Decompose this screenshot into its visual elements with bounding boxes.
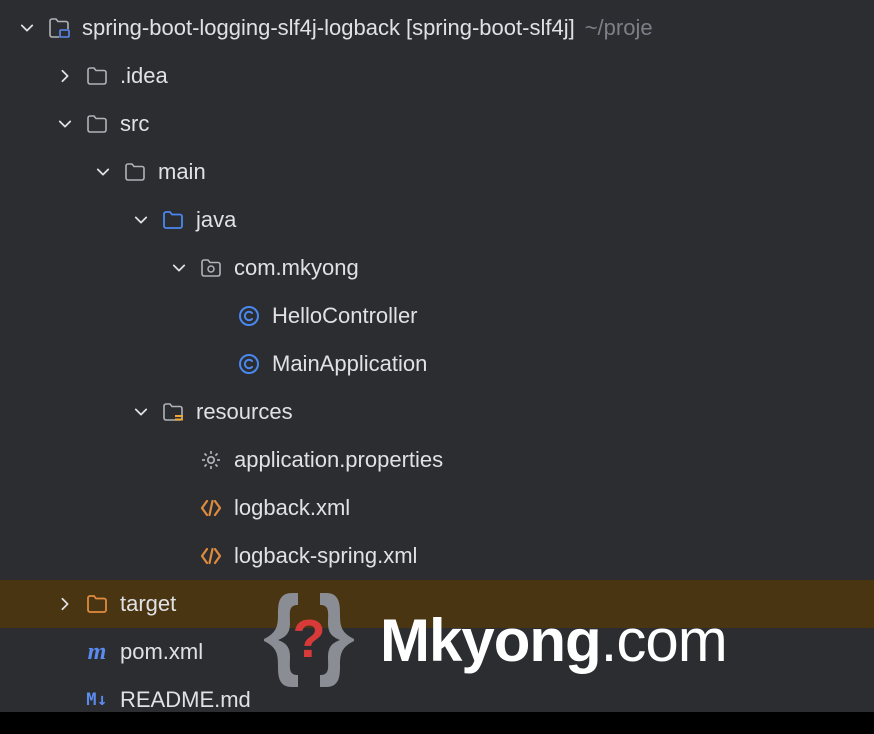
tree-item-label: resources	[196, 399, 293, 425]
tree-item-class-mainapplication[interactable]: MainApplication	[0, 340, 874, 388]
class-icon	[236, 303, 262, 329]
resources-folder-icon	[160, 399, 186, 425]
chevron-right-icon[interactable]	[52, 63, 78, 89]
tree-item-label: pom.xml	[120, 639, 203, 665]
tree-item-label: MainApplication	[272, 351, 427, 377]
tree-item-label: main	[158, 159, 206, 185]
tree-item-pom[interactable]: m pom.xml	[0, 628, 874, 676]
folder-icon	[122, 159, 148, 185]
excluded-folder-icon	[84, 591, 110, 617]
folder-icon	[84, 63, 110, 89]
tree-item-label: logback.xml	[234, 495, 350, 521]
tree-item-label: spring-boot-logging-slf4j-logback	[82, 15, 400, 41]
tree-item-label: java	[196, 207, 236, 233]
folder-icon	[84, 111, 110, 137]
chevron-right-icon[interactable]	[52, 591, 78, 617]
maven-icon: m	[84, 639, 110, 665]
tree-item-label: com.mkyong	[234, 255, 359, 281]
tree-item-package[interactable]: com.mkyong	[0, 244, 874, 292]
gear-icon	[198, 447, 224, 473]
chevron-down-icon[interactable]	[90, 159, 116, 185]
tree-item-logback1[interactable]: logback.xml	[0, 484, 874, 532]
tree-item-label: application.properties	[234, 447, 443, 473]
tree-item-idea[interactable]: .idea	[0, 52, 874, 100]
chevron-down-icon[interactable]	[166, 255, 192, 281]
bottom-fade	[0, 712, 874, 734]
package-icon	[198, 255, 224, 281]
module-folder-icon	[46, 15, 72, 41]
project-tree: spring-boot-logging-slf4j-logback [sprin…	[0, 0, 874, 724]
tree-item-appprops[interactable]: application.properties	[0, 436, 874, 484]
xml-icon	[198, 495, 224, 521]
tree-item-label: HelloController	[272, 303, 418, 329]
tree-item-label: src	[120, 111, 149, 137]
chevron-down-icon[interactable]	[52, 111, 78, 137]
tree-item-label: logback-spring.xml	[234, 543, 417, 569]
tree-item-src[interactable]: src	[0, 100, 874, 148]
markdown-icon: M↓	[84, 687, 110, 713]
tree-item-root[interactable]: spring-boot-logging-slf4j-logback [sprin…	[0, 4, 874, 52]
tree-item-label: README.md	[120, 687, 251, 713]
tree-item-target[interactable]: target	[0, 580, 874, 628]
chevron-down-icon[interactable]	[128, 399, 154, 425]
tree-item-java[interactable]: java	[0, 196, 874, 244]
tree-item-logback2[interactable]: logback-spring.xml	[0, 532, 874, 580]
xml-icon	[198, 543, 224, 569]
tree-item-resources[interactable]: resources	[0, 388, 874, 436]
tree-item-main[interactable]: main	[0, 148, 874, 196]
source-folder-icon	[160, 207, 186, 233]
module-bracket: [spring-boot-slf4j]	[406, 15, 575, 41]
tree-item-label: .idea	[120, 63, 168, 89]
project-path: ~/proje	[585, 15, 653, 41]
class-icon	[236, 351, 262, 377]
chevron-down-icon[interactable]	[128, 207, 154, 233]
chevron-down-icon[interactable]	[14, 15, 40, 41]
tree-item-class-hellocontroller[interactable]: HelloController	[0, 292, 874, 340]
tree-item-label: target	[120, 591, 176, 617]
